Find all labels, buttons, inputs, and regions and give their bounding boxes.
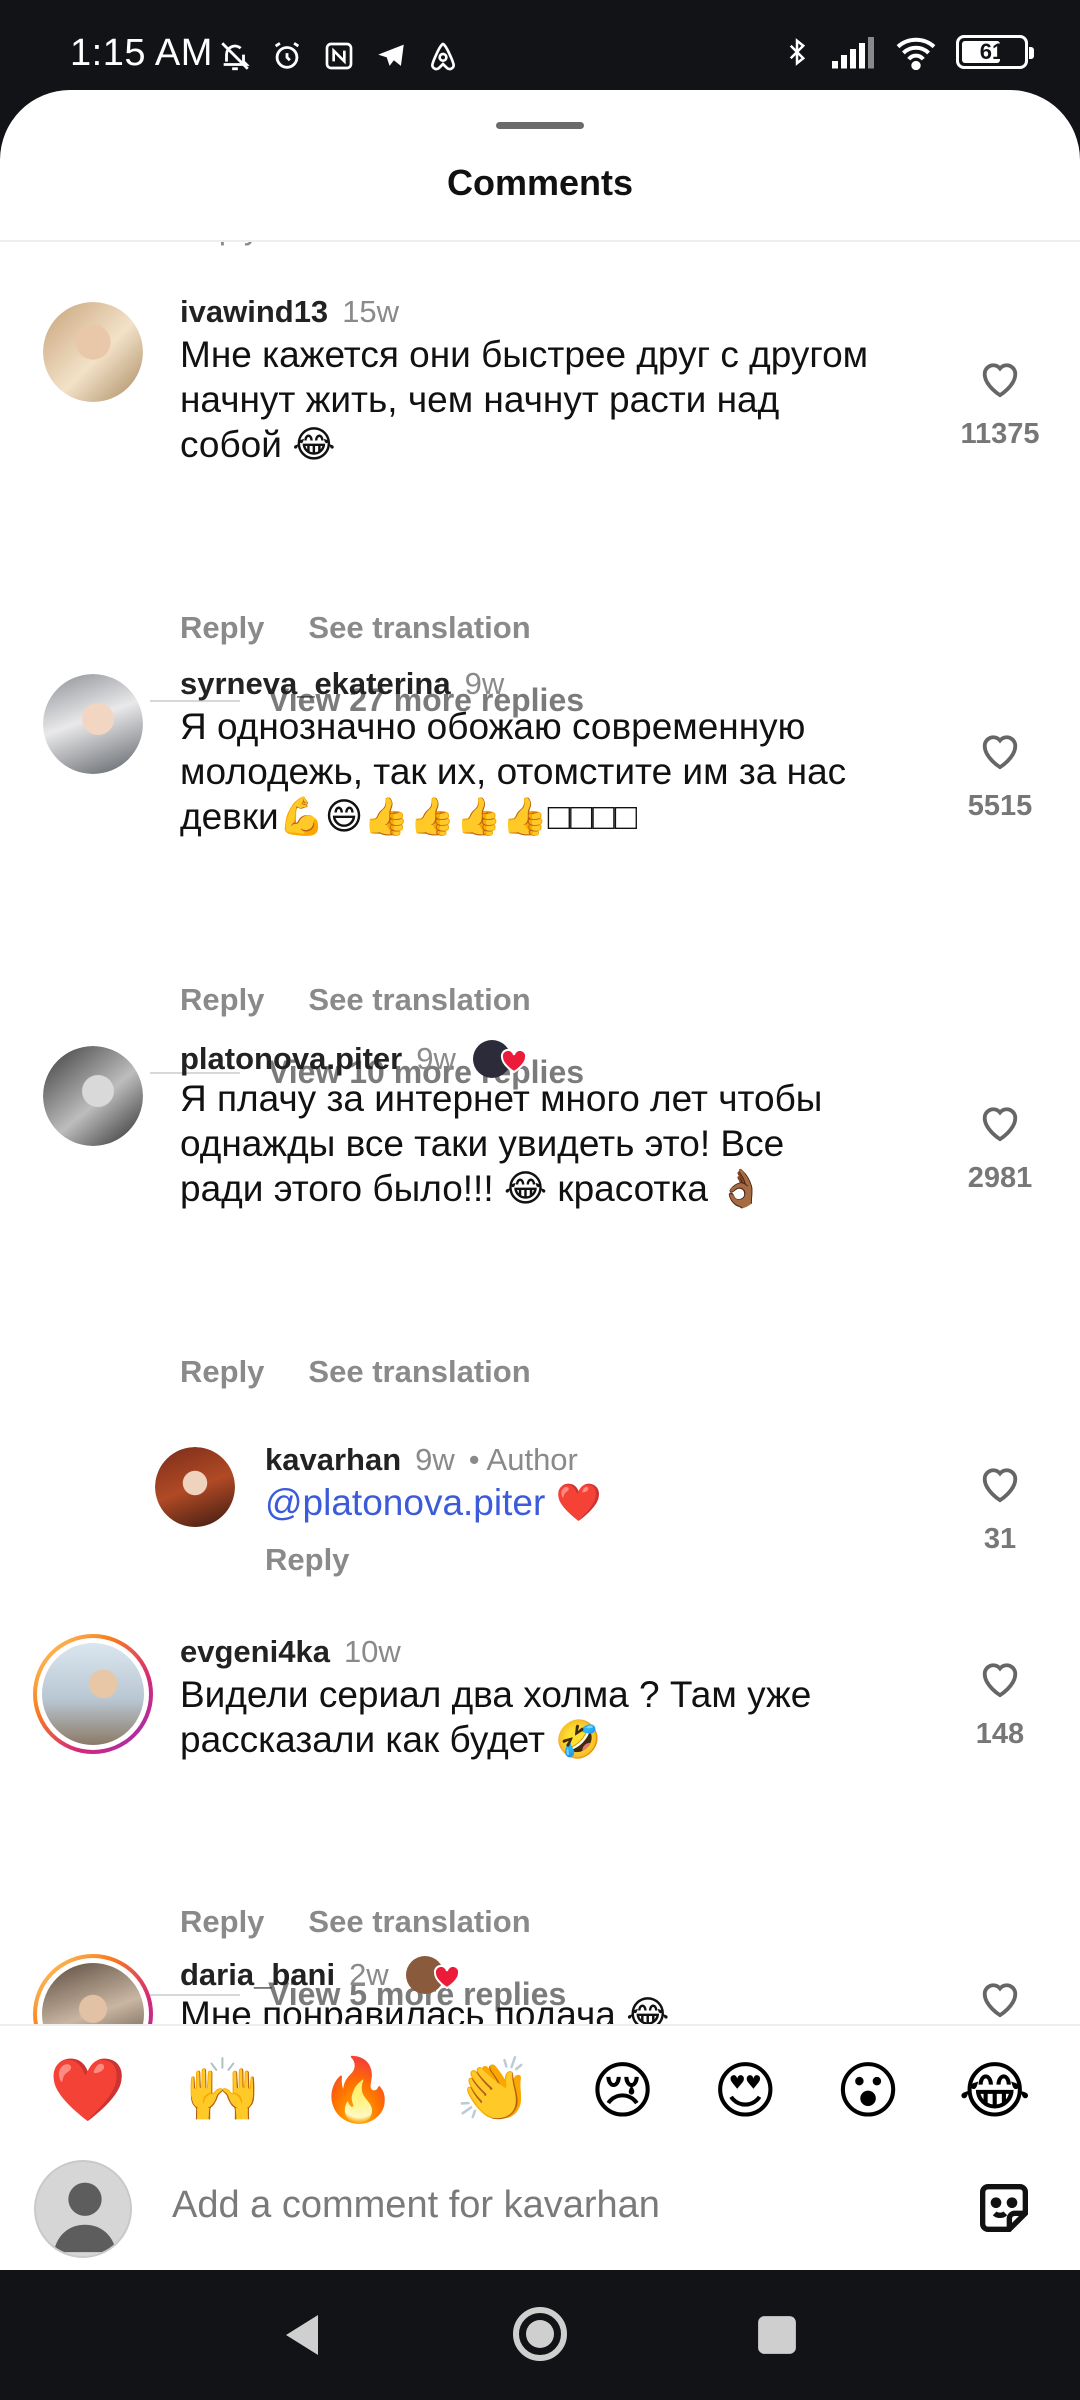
sticker-icon[interactable] <box>972 2176 1036 2240</box>
sheet-title: Comments <box>446 162 634 203</box>
comment-time: 2w <box>349 1957 389 1992</box>
like-count: 148 <box>975 1718 1025 1750</box>
see-translation-button[interactable]: See translation <box>308 982 530 1018</box>
heart-icon[interactable] <box>977 1657 1023 1699</box>
see-translation-button[interactable]: See translation <box>308 1904 530 1940</box>
comment-actions: Reply See translation <box>180 1354 531 1390</box>
system-navigation-bar <box>0 2270 1080 2400</box>
status-system-icons: 61 <box>782 34 1034 70</box>
comment-text: Я однозначно обожаю современную молодежь… <box>180 706 847 837</box>
reply-button[interactable]: Reply <box>180 1354 264 1390</box>
comment-time: 9w <box>415 1442 455 1477</box>
mute-icon <box>215 36 255 76</box>
like-control[interactable]: 2981 <box>950 1101 1050 1195</box>
heart-icon[interactable] <box>977 1462 1023 1504</box>
username[interactable]: daria_bani <box>180 1957 335 1993</box>
back-icon[interactable] <box>280 2310 324 2360</box>
heart-icon[interactable] <box>977 729 1023 771</box>
bluetooth-icon <box>789 38 806 66</box>
status-time: 1:15 AM <box>70 32 213 74</box>
wifi-icon <box>896 37 936 70</box>
avatar[interactable] <box>155 1447 235 1527</box>
like-control[interactable]: 5515 <box>950 729 1050 823</box>
reply-button[interactable]: Reply <box>180 982 264 1018</box>
comment-time: 9w <box>464 666 505 701</box>
like-count: 31 <box>983 1523 1017 1555</box>
comment-time: 9w <box>416 1041 456 1076</box>
reaction-surprised[interactable]: 😮 <box>836 2054 901 2127</box>
username[interactable]: evgeni4ka <box>180 1634 330 1670</box>
reply-button[interactable]: Reply <box>265 1542 349 1578</box>
comment-input[interactable]: Add a comment for kavarhan <box>172 2184 660 2227</box>
like-count: 2981 <box>967 1162 1033 1194</box>
author-liked-badge <box>403 1954 467 1996</box>
status-notification-icons <box>215 36 463 76</box>
comment-actions: Reply <box>265 1542 349 1578</box>
comment-actions: Reply See translation <box>180 982 531 1018</box>
comment-text: Видели сериал два холма ? Там уже расска… <box>180 1674 812 1760</box>
comment-meta: kavarhan 9w • Author <box>265 1442 578 1478</box>
comment-text: Я плачу за интернет много лет чтобы одна… <box>180 1078 823 1209</box>
comment-meta: syrneva_ekaterina 9w <box>180 666 504 702</box>
like-control[interactable]: 11375 <box>950 357 1050 451</box>
comment-meta: daria_bani 2w <box>180 1954 467 1996</box>
comment-meta: platonova.piter 9w <box>180 1038 534 1080</box>
cut-off-reply-link[interactable]: Reply <box>178 242 260 247</box>
heart-icon[interactable] <box>977 357 1023 399</box>
recents-icon[interactable] <box>756 2314 798 2356</box>
airbnb-icon <box>423 36 463 76</box>
comments-sheet: Comments Reply ivawind13 15w Мне кажется… <box>0 90 1080 2270</box>
reaction-heart-eyes[interactable]: 😍 <box>713 2054 778 2127</box>
comment-meta: evgeni4ka 10w <box>180 1634 401 1670</box>
comment-actions: Reply See translation <box>180 610 531 646</box>
heart-icon[interactable] <box>977 1977 1023 2019</box>
reaction-raised-hands[interactable]: 🙌 <box>184 2054 261 2127</box>
telegram-icon <box>371 36 411 76</box>
author-liked-badge <box>470 1038 534 1080</box>
status-bar: 1:15 AM 61 <box>0 0 1080 100</box>
reply-button[interactable]: Reply <box>180 610 264 646</box>
reply-button[interactable]: Reply <box>180 1904 264 1940</box>
username[interactable]: ivawind13 <box>180 294 328 330</box>
comment-actions: Reply See translation <box>180 1904 531 1940</box>
comment-meta: ivawind13 15w <box>180 294 399 330</box>
username[interactable]: syrneva_ekaterina <box>180 666 451 702</box>
drag-handle[interactable] <box>496 122 584 129</box>
heart-icon[interactable] <box>977 1101 1023 1143</box>
reaction-fire[interactable]: 🔥 <box>320 2054 397 2127</box>
user-avatar <box>34 2160 132 2258</box>
like-control[interactable]: 31 <box>950 1462 1050 1556</box>
reaction-clap[interactable]: 👏 <box>455 2054 532 2127</box>
nfc-icon <box>319 36 359 76</box>
alarm-icon <box>267 36 307 76</box>
like-count: 11375 <box>960 418 1040 450</box>
signal-icon <box>832 37 874 69</box>
comment-text: @platonova.piter ❤️ <box>265 1482 602 1523</box>
author-label: • Author <box>468 1442 578 1477</box>
like-count: 5515 <box>967 790 1033 822</box>
comment-time: 10w <box>343 1634 401 1669</box>
comment-time: 15w <box>342 294 400 329</box>
reaction-heart[interactable]: ❤️ <box>49 2054 126 2127</box>
see-translation-button[interactable]: See translation <box>308 1354 530 1390</box>
like-control[interactable] <box>950 1977 1050 2024</box>
username[interactable]: platonova.piter <box>180 1041 402 1077</box>
avatar[interactable] <box>43 674 143 774</box>
avatar-with-story-ring[interactable] <box>33 1634 153 1754</box>
comment-text: Мне кажется они быстрее друг с другом на… <box>180 334 869 465</box>
battery-icon: 61 <box>956 35 1034 69</box>
see-translation-button[interactable]: See translation <box>308 610 530 646</box>
reaction-laughing[interactable]: 😂 <box>958 2054 1030 2127</box>
avatar[interactable] <box>43 1046 143 1146</box>
comments-list[interactable]: Reply ivawind13 15w Мне кажется они быст… <box>0 242 1080 2110</box>
reaction-crying[interactable]: 😢 <box>590 2054 655 2127</box>
avatar[interactable] <box>43 302 143 402</box>
battery-level: 61 <box>979 39 1005 64</box>
home-icon[interactable] <box>510 2304 570 2364</box>
mention-link[interactable]: @platonova.piter <box>265 1482 545 1523</box>
quick-reactions-bar: ❤️ 🙌 🔥 👏 😢 😍 😮 😂 <box>0 2024 1080 2154</box>
like-control[interactable]: 148 <box>950 1657 1050 1751</box>
comment-composer: Add a comment for kavarhan <box>0 2150 1080 2270</box>
username[interactable]: kavarhan <box>265 1442 401 1478</box>
